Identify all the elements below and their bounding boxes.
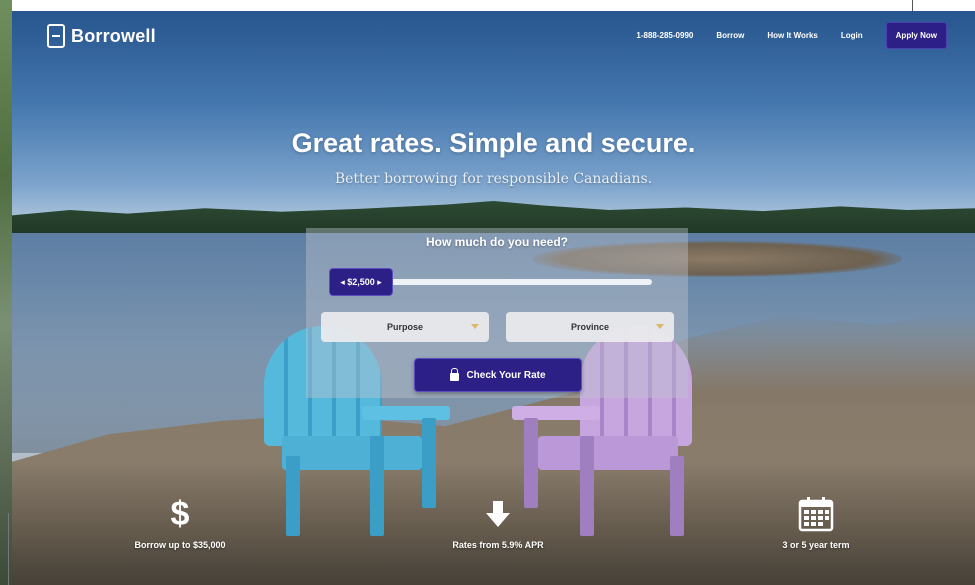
check-rate-label: Check Your Rate [466, 369, 546, 381]
logo[interactable]: Borrowell [47, 24, 156, 48]
nav-links: 1-888-285-0990 Borrow How It Works Login… [636, 22, 947, 49]
chair-seat [282, 436, 422, 470]
left-edge-strip [0, 0, 12, 585]
chevron-left-icon: ◂ [340, 276, 348, 287]
purpose-select-label: Purpose [386, 322, 423, 332]
chair-leg [370, 436, 384, 536]
amount-slider-handle[interactable]: ◂ $2,500 ▸ [329, 268, 393, 296]
amount-value: $2,500 [347, 277, 375, 287]
chevron-down-icon [471, 324, 479, 329]
lock-icon [450, 367, 460, 381]
feature-label: Rates from 5.9% APR [452, 540, 544, 550]
feature-rates: Rates from 5.9% APR [408, 494, 588, 550]
hero-subline: Better borrowing for responsible Canadia… [334, 171, 653, 187]
edge-line-bottom-left [8, 513, 9, 585]
top-nav: Borrowell 1-888-285-0990 Borrow How It W… [12, 11, 975, 61]
form-title: How much do you need? [425, 235, 568, 249]
purpose-select[interactable]: Purpose [321, 312, 489, 342]
chair-arm [362, 406, 450, 420]
nav-phone-link[interactable]: 1-888-285-0990 [636, 31, 693, 40]
province-select[interactable]: Province [506, 312, 674, 342]
down-arrow-icon [408, 494, 588, 534]
province-select-label: Province [570, 322, 610, 332]
feature-borrow-limit: $ Borrow up to $35,000 [90, 494, 270, 550]
feature-label: Borrow up to $35,000 [134, 540, 226, 550]
logo-text: Borrowell [71, 25, 156, 46]
logo-icon [47, 24, 65, 48]
feature-term: 3 or 5 year term [726, 494, 906, 550]
nav-link-login[interactable]: Login [841, 31, 863, 40]
nav-link-how-it-works[interactable]: How It Works [767, 31, 818, 40]
apply-now-button[interactable]: Apply Now [885, 22, 947, 49]
chair-leg [670, 456, 684, 536]
chair-leg [286, 456, 300, 536]
check-your-rate-button[interactable]: Check Your Rate [414, 358, 582, 392]
chair-seat [538, 436, 678, 470]
chevron-right-icon: ▸ [374, 276, 382, 287]
chevron-down-icon [656, 324, 664, 329]
nav-link-borrow[interactable]: Borrow [716, 31, 744, 40]
loan-form-panel: How much do you need? ◂ $2,500 ▸ Purpose… [306, 228, 688, 398]
top-gap [12, 0, 975, 11]
dollar-icon: $ [170, 495, 190, 533]
hero-headline: Great rates. Simple and secure. [291, 128, 696, 158]
calendar-icon [726, 494, 906, 534]
feature-label: 3 or 5 year term [782, 540, 850, 550]
